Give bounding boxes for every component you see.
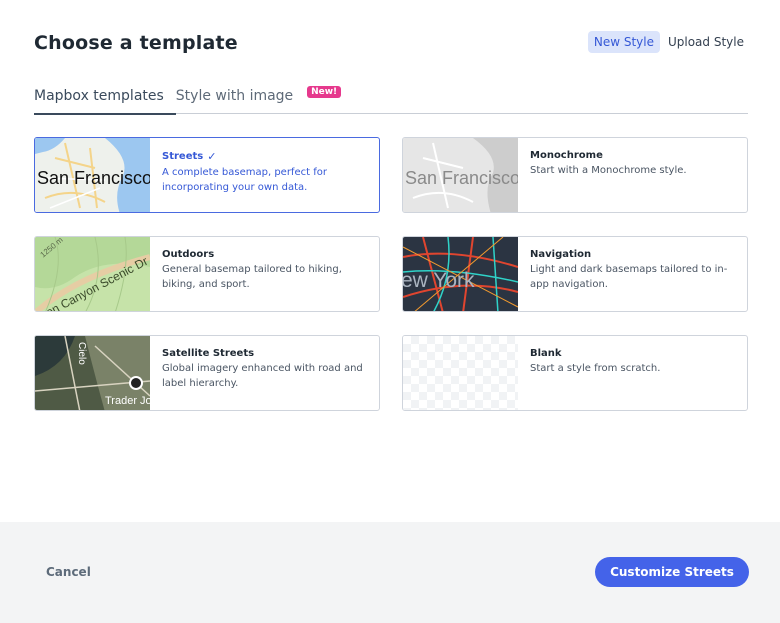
new-badge: New! [307,86,342,98]
upload-style-button[interactable]: Upload Style [662,31,750,53]
template-title: Streets [162,151,204,162]
template-title: Satellite Streets [162,348,255,359]
cancel-button[interactable]: Cancel [46,565,91,579]
template-description: A complete basemap, perfect for incorpor… [162,167,327,193]
template-title: Blank [530,348,562,359]
checkmark-icon: ✓ [207,150,217,163]
tab-style-with-image[interactable]: Style with image New! [175,86,342,114]
new-style-button[interactable]: New Style [587,31,660,53]
navigation-thumbnail: ew York [403,237,518,311]
streets-thumbnail: San Francisco [35,138,150,212]
style-mode-toggle: New Style Upload Style [587,31,750,53]
customize-streets-button[interactable]: Customize Streets [595,557,749,587]
template-title: Navigation [530,249,592,260]
blank-thumbnail [403,336,518,410]
template-description: General basemap tailored to hiking, biki… [162,264,342,290]
dialog-title: Choose a template [34,32,238,54]
template-card-streets[interactable]: San Francisco Streets ✓ A complete basem… [34,137,380,213]
outdoors-thumbnail: non Canyon Scenic Dr 1250 m [35,237,150,311]
monochrome-thumb-label: San Francisco [405,168,518,188]
template-description: Global imagery enhanced with road and la… [162,363,363,389]
tab-mapbox-templates[interactable]: Mapbox templates [34,86,176,115]
tab-style-with-image-label: Style with image [175,88,294,104]
template-card-outdoors[interactable]: non Canyon Scenic Dr 1250 m Outdoors Gen… [34,236,380,312]
streets-title-row: Streets ✓ [162,150,367,163]
template-card-monochrome[interactable]: San Francisco Monochrome Start with a Mo… [402,137,748,213]
satellite-thumb-label: Trader Jo [105,395,150,407]
template-card-satellite-streets[interactable]: Trader Jo Cielo Satellite Streets Global… [34,335,380,411]
template-description: Start with a Monochrome style. [530,165,687,176]
template-card-navigation[interactable]: ew York Navigation Light and dark basema… [402,236,748,312]
monochrome-thumbnail: San Francisco [403,138,518,212]
template-title: Monochrome [530,150,603,161]
template-description: Start a style from scratch. [530,363,661,374]
streets-thumb-label: San Francisco [37,168,150,188]
satellite-thumb-label-2: Cielo [76,342,87,365]
template-tabs: Mapbox templates Style with image New! [34,86,748,115]
template-card-blank[interactable]: Blank Start a style from scratch. [402,335,748,411]
template-title: Outdoors [162,249,215,260]
navigation-thumb-label: ew York [403,269,475,292]
satellite-streets-thumbnail: Trader Jo Cielo [35,336,150,410]
template-description: Light and dark basemaps tailored to in-a… [530,264,728,290]
